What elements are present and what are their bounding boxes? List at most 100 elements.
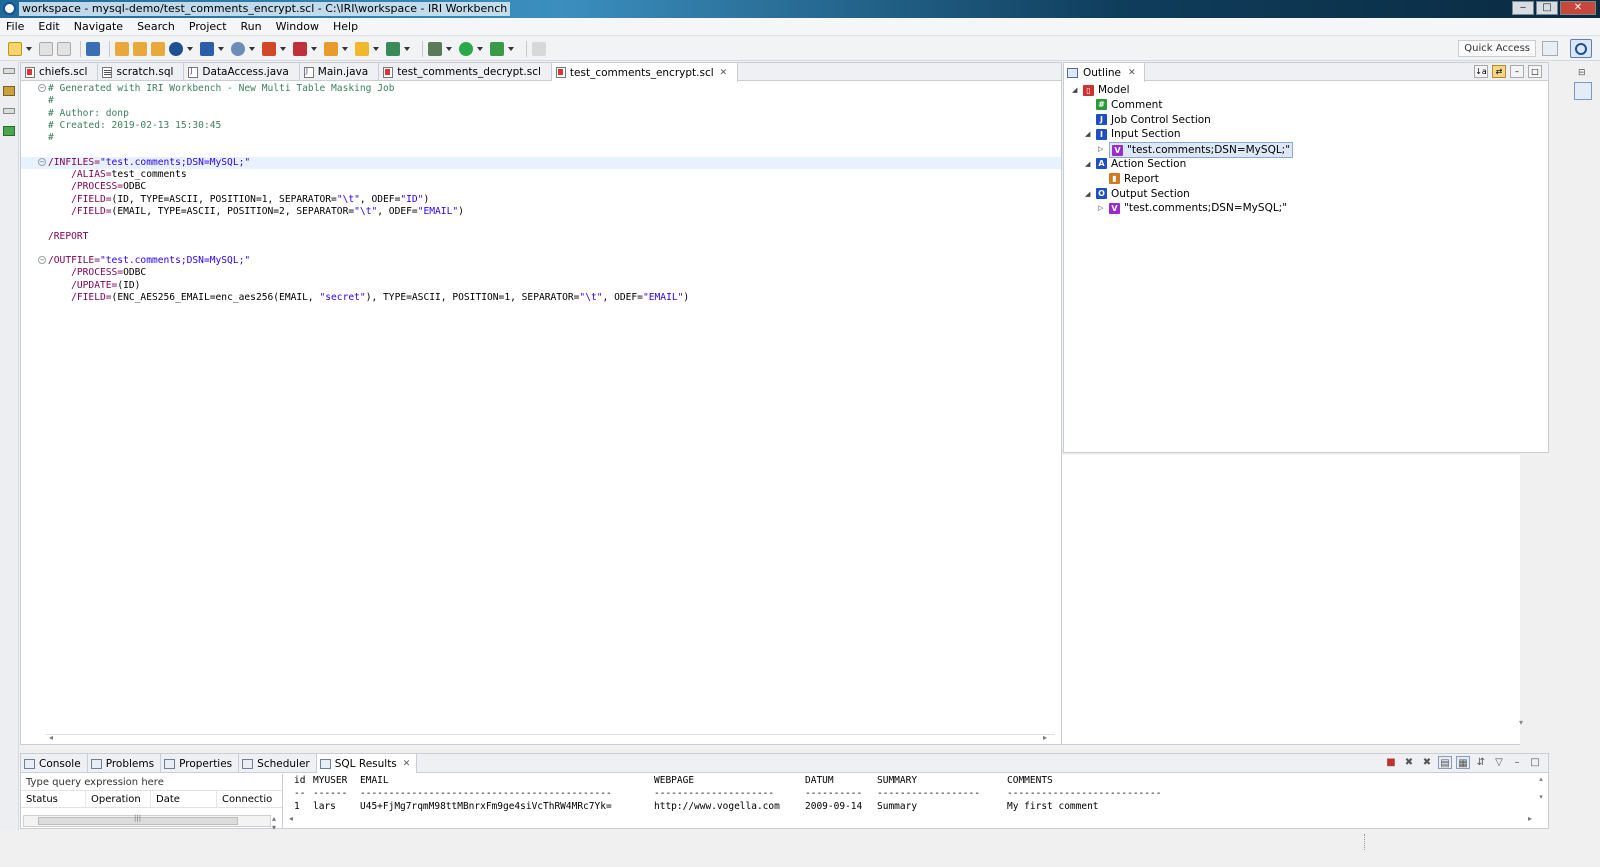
open-folder-icon[interactable] [115,41,129,56]
view-menu-icon[interactable]: ▽ [1492,756,1506,769]
export-icon[interactable] [151,41,165,56]
shield-icon[interactable] [355,41,369,56]
save-icon[interactable] [39,41,53,56]
menu-window[interactable]: Window [276,20,319,33]
pin-icon[interactable]: ⇵ [1474,756,1488,769]
outline-node[interactable]: # Comment [1064,98,1548,113]
debug-icon[interactable] [428,41,442,56]
outline-node[interactable]: J Job Control Section [1064,113,1548,128]
tab-scheduler[interactable]: Scheduler [239,754,317,773]
cursor-icon[interactable] [386,41,400,56]
menu-navigate[interactable]: Navigate [74,20,123,33]
iri-perspective-icon[interactable] [1570,39,1592,58]
open-perspective-icon[interactable] [1542,41,1558,56]
minimize-view-icon[interactable]: – [1510,756,1524,769]
outline-node[interactable]: ▮ Report [1064,172,1548,187]
code-area[interactable]: − # Generated with IRI Workbench - New Mu… [21,82,1061,734]
collapse-icon[interactable]: ◢ [1085,127,1090,141]
run-icon[interactable] [459,41,473,56]
tab-properties[interactable]: Properties [161,754,240,773]
editor-tab-1[interactable]: scratch.sql [98,63,185,81]
iri-icon[interactable] [169,41,183,56]
fold-toggle-icon[interactable]: − [38,256,46,265]
package-explorer-icon[interactable] [3,86,15,96]
bomb-icon[interactable] [231,41,245,56]
column-operation[interactable]: Operation [86,791,151,807]
query-filter-input[interactable]: Type query expression here [21,774,282,791]
editor-horizontal-scrollbar[interactable] [45,733,1055,744]
tab-outline[interactable]: Outline ✕ [1064,63,1145,82]
new-icon[interactable] [8,41,22,56]
restore-icon[interactable]: ⊟ [1578,68,1586,78]
sql-results-text[interactable]: id MYUSER EMAIL WEBPAGE DATUM SUMMARY COMMENTS… [287,774,1534,819]
import-icon[interactable] [133,41,147,56]
close-icon[interactable]: ✕ [720,68,728,78]
tab-problems[interactable]: Problems [88,754,162,773]
menu-edit[interactable]: Edit [38,20,59,33]
fold-toggle-icon[interactable]: − [38,84,46,92]
results-vertical-scrollbar[interactable]: ▴ ▾ [1536,775,1546,810]
quick-access-field[interactable]: Quick Access [1458,40,1536,57]
history-vertical-scrollbar[interactable]: ▴ ▾ [272,814,282,832]
results-horizontal-scrollbar[interactable]: ◂ ▸ [287,814,1534,824]
outline-node[interactable]: ▷ V "test.comments;DSN=MySQL;" [1064,142,1548,159]
outline-trim-icon[interactable] [1574,82,1592,100]
collapse-icon[interactable]: ◢ [1085,187,1090,201]
restore-icon[interactable] [3,68,15,74]
maximize-view-icon[interactable]: □ [1528,65,1542,78]
minimize-view-icon[interactable]: – [1510,65,1524,78]
remove-all-icon[interactable]: ✖ [1420,756,1434,769]
expand-icon[interactable]: ▷ [1098,142,1103,156]
column-status[interactable]: Status [21,791,86,807]
debug-dropdown-icon[interactable] [446,46,452,51]
outline-node[interactable]: ◢ ▯ Model [1064,83,1548,98]
terminal-icon[interactable] [86,41,100,56]
save-all-icon[interactable] [57,41,71,56]
editor-tab-0[interactable]: chiefs.scl [21,63,99,81]
fold-toggle-icon[interactable]: − [38,157,46,166]
remove-icon[interactable]: ✖ [1402,756,1416,769]
close-icon[interactable]: ✕ [403,759,411,769]
data-icon[interactable] [262,41,276,56]
shield-dropdown-icon[interactable] [373,46,379,51]
column-date[interactable]: Date [151,791,217,807]
outline-node[interactable]: ◢ A Action Section [1064,157,1548,172]
editor-tab-2[interactable]: DataAccess.java [184,63,300,81]
editor-scroll-down-icon[interactable]: ▾ [1519,718,1523,727]
outline-node[interactable]: ▷ V "test.comments;DSN=MySQL;" [1064,201,1548,216]
wizard-dropdown-icon[interactable] [342,46,348,51]
collapse-icon[interactable]: ◢ [1072,83,1077,97]
maximize-button[interactable]: □ [1536,1,1558,15]
flag-icon[interactable] [200,41,214,56]
menu-run[interactable]: Run [241,20,262,33]
history-horizontal-scrollbar[interactable] [23,814,271,827]
stop-icon[interactable]: ■ [1384,756,1398,769]
wizard-icon[interactable] [324,41,338,56]
editor-tab-3[interactable]: Main.java [300,63,380,81]
cursor-dropdown-icon[interactable] [404,46,410,51]
mask-icon[interactable] [293,41,307,56]
link-with-editor-icon[interactable]: ⇄ [1492,65,1506,78]
outline-node[interactable]: ◢ I Input Section [1064,127,1548,142]
grid-mode-icon[interactable]: ▦ [1456,756,1470,769]
menu-project[interactable]: Project [189,20,227,33]
minimize-button[interactable]: ‒ [1512,1,1534,15]
menu-file[interactable]: File [6,20,24,33]
tab-sql-results[interactable]: SQL Results ✕ [316,754,418,773]
close-icon[interactable]: ✕ [1128,68,1136,78]
external-tools-dropdown-icon[interactable] [508,46,514,51]
text-mode-icon[interactable]: ▤ [1438,756,1452,769]
restore-icon[interactable] [3,108,15,114]
editor-tab-5[interactable]: test_comments_encrypt.scl ✕ [551,63,739,82]
maximize-view-icon[interactable]: □ [1528,756,1542,769]
tab-console[interactable]: Console [21,754,88,773]
iri-dropdown-icon[interactable] [187,46,193,51]
new-dropdown-icon[interactable] [26,46,32,51]
mask-dropdown-icon[interactable] [311,46,317,51]
external-tools-icon[interactable] [490,41,504,56]
pen-icon[interactable] [532,41,546,56]
data-dropdown-icon[interactable] [280,46,286,51]
bomb-dropdown-icon[interactable] [249,46,255,51]
expand-icon[interactable]: ▷ [1098,201,1103,215]
sort-icon[interactable]: ↓a [1474,65,1488,78]
